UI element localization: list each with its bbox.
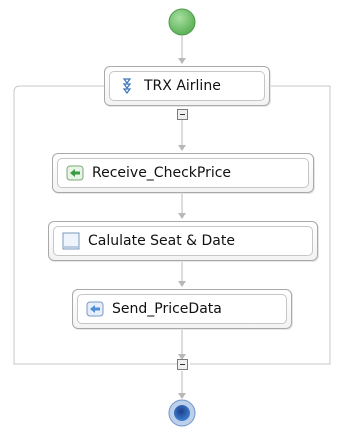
arrowhead <box>178 58 186 64</box>
assign-icon <box>62 232 80 250</box>
receive-icon <box>66 164 84 182</box>
arrowhead <box>178 393 186 399</box>
collapse-toggle-top[interactable] <box>177 109 188 120</box>
scope-corner-mark <box>15 350 29 363</box>
arrowhead <box>178 145 186 151</box>
node-body: TRX Airline <box>109 71 265 101</box>
node-body: Receive_CheckPrice <box>57 158 309 188</box>
bpel-process-diagram: TRX Airline Receive_CheckPrice Calulate … <box>0 0 341 434</box>
activity-label: Receive_CheckPrice <box>92 165 232 181</box>
sequence-node-trx-airline[interactable]: TRX Airline <box>104 66 270 106</box>
send-icon <box>86 300 104 318</box>
activity-send-pricedata[interactable]: Send_PriceData <box>72 289 292 329</box>
node-body: Calulate Seat & Date <box>53 226 313 256</box>
sequence-label: TRX Airline <box>144 78 221 94</box>
end-event-core <box>174 405 190 421</box>
activity-receive-checkprice[interactable]: Receive_CheckPrice <box>52 153 314 193</box>
arrowhead <box>178 281 186 287</box>
node-body: Send_PriceData <box>77 294 287 324</box>
activity-label: Calulate Seat & Date <box>88 233 235 249</box>
arrowhead <box>178 213 186 219</box>
sequence-icon <box>118 77 136 95</box>
activity-label: Send_PriceData <box>112 301 222 317</box>
start-event-circle[interactable] <box>168 8 196 36</box>
activity-calculate-seat-date[interactable]: Calulate Seat & Date <box>48 221 318 261</box>
collapse-toggle-bottom[interactable] <box>177 359 188 370</box>
